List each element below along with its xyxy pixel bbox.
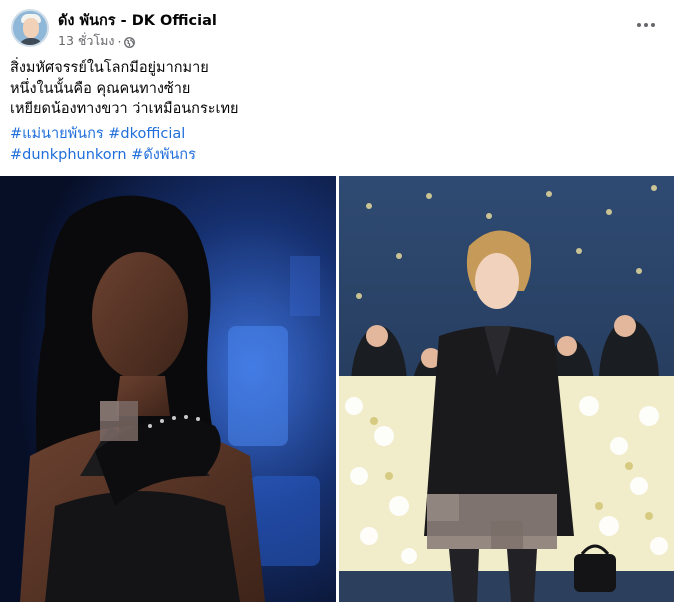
author-avatar[interactable] [11, 9, 49, 47]
more-options-icon[interactable] [632, 13, 660, 37]
hashtag-link[interactable]: #dkofficial [108, 126, 185, 142]
hashtag-link[interactable]: #แม่นายพันกร [10, 126, 104, 142]
author-name[interactable]: ดัง พันกร - DK Official [58, 9, 217, 32]
photo-right[interactable] [339, 176, 674, 602]
globe-icon[interactable] [124, 36, 136, 48]
post-header: ดัง พันกร - DK Official 13 ชั่วโมง · [0, 0, 674, 56]
post-text-line: เหยียดน้องทางขวา ว่าเหมือนกระเทย [10, 101, 239, 117]
post-text-line: สิ่งมหัศจรรย์ในโลกมีอยู่มากมาย [10, 60, 209, 76]
post-text: สิ่งมหัศจรรย์ในโลกมีอยู่มากมาย หนึ่งในนั… [10, 58, 239, 120]
photo-grid [0, 176, 674, 602]
meta-separator: · [117, 33, 122, 49]
hashtag-link[interactable]: #dunkphunkorn [10, 147, 127, 163]
photo-left[interactable] [0, 176, 336, 602]
post-meta: 13 ชั่วโมง · [58, 31, 136, 51]
post-timestamp[interactable]: 13 ชั่วโมง [58, 31, 114, 51]
post-text-line: หนึ่งในนั้นคือ คุณคนทางซ้าย [10, 80, 191, 97]
hashtags: #แม่นายพันกร #dkofficial #dunkphunkorn #… [10, 124, 196, 165]
hashtag-link[interactable]: #ดังพันกร [131, 147, 196, 163]
